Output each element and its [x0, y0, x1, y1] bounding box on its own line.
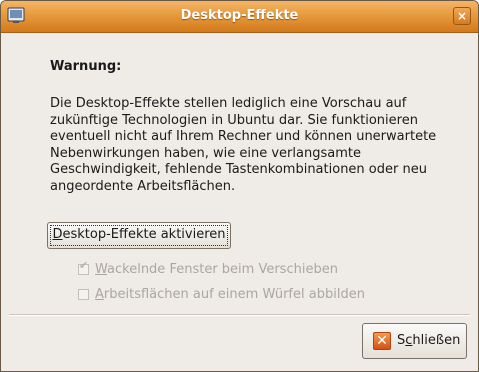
- focus-ring: [50, 225, 228, 246]
- close-button[interactable]: ✕ Schließen: [362, 323, 467, 359]
- cube-workspaces-label: Arbeitsflächen auf einem Würfel abbilden: [95, 287, 365, 302]
- activate-effects-button[interactable]: Desktop-Effekte aktivieren: [47, 222, 231, 249]
- warning-line: Nebenwirkungen haben, wie eine verlangsa…: [50, 145, 361, 161]
- wobbly-windows-label: Wackelnde Fenster beim Verschieben: [95, 262, 338, 277]
- warning-line: Geschwindigkeit, fehlende Tastenkombinat…: [50, 162, 427, 177]
- title-bar[interactable]: Desktop-Effekte ×: [1, 1, 478, 33]
- close-button-label: Schließen: [397, 333, 461, 348]
- close-icon: ×: [456, 9, 468, 23]
- warning-text: Die Desktop-Effekte stellen lediglich ei…: [50, 96, 445, 195]
- warning-heading: Warnung:: [50, 59, 122, 74]
- warning-line: angeordente Arbeitsflächen.: [50, 178, 236, 194]
- warning-line: Die Desktop-Effekte stellen lediglich ei…: [50, 96, 407, 111]
- checkmark-icon: ✔: [79, 259, 89, 272]
- window-close-button[interactable]: ×: [453, 7, 471, 25]
- separator: [9, 314, 470, 316]
- warning-line: zukünftige Technologien in Ubuntu dar. S…: [50, 112, 418, 128]
- window-title: Desktop-Effekte: [180, 8, 299, 23]
- close-icon: ✕: [373, 332, 391, 350]
- dialog-window: Desktop-Effekte × Warnung: Die Desktop-E…: [0, 0, 479, 372]
- checkbox-box: [78, 289, 89, 300]
- warning-line: eventuell nicht auf Ihrem Rechner und kö…: [50, 129, 437, 144]
